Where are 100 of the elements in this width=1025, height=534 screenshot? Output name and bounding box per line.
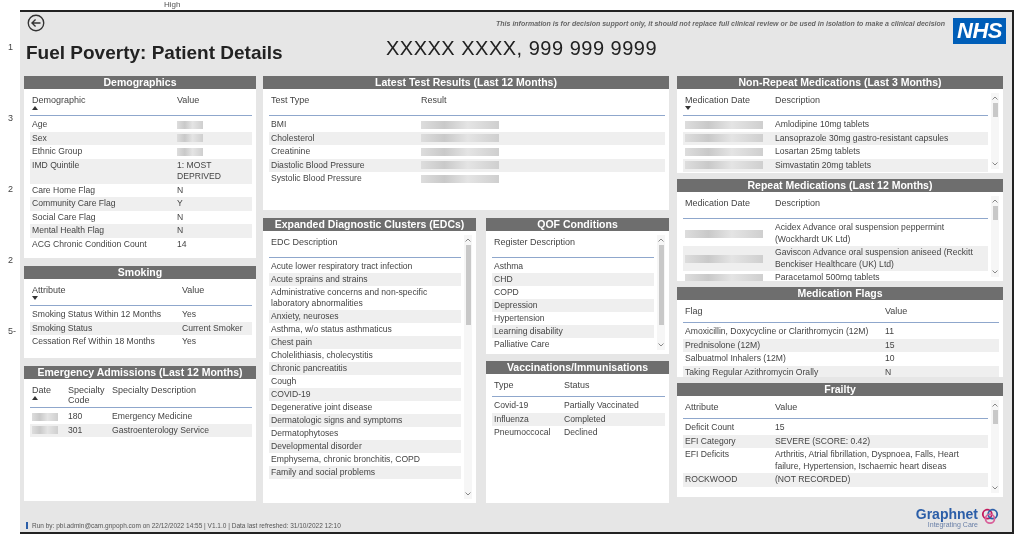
table-cell-text: Taking Regular Azithromycin Orally — [685, 366, 820, 377]
row-number: 5- — [7, 326, 17, 338]
chevron-up-icon[interactable] — [465, 238, 471, 242]
table-cell-text: Family and social problems — [271, 467, 377, 478]
panel-title: Repeat Medications (Last 12 Months) — [677, 179, 1003, 192]
column-header[interactable]: Value — [182, 285, 250, 303]
table-cell-text: Creatinine — [271, 146, 312, 158]
column-header[interactable]: Test Type — [271, 95, 421, 113]
table-cell-text: Influenza — [494, 413, 530, 425]
table-cell-text: Emphysema, chronic bronchitis, COPD — [271, 454, 421, 465]
panel-title: Latest Test Results (Last 12 Months) — [263, 76, 669, 89]
table-cell-text: BMI — [271, 119, 288, 131]
row-number: 2 — [7, 255, 14, 267]
table-cell-text: Smoking Status Within 12 Months — [32, 309, 162, 321]
table-cell-text: Amlodipine 10mg tablets — [775, 119, 871, 131]
table-cell-text: Prednisolone (12M) — [685, 339, 761, 351]
column-header[interactable]: Medication Date — [685, 95, 775, 113]
table-cell-text: (NOT RECORDED) — [775, 474, 852, 486]
scrollbar[interactable] — [991, 93, 999, 169]
scroll-thumb[interactable] — [992, 103, 998, 117]
table-cell-text: Ethnic Group — [32, 146, 84, 158]
table-cell-text: IMD Quintile — [32, 159, 81, 172]
chevron-down-icon[interactable] — [992, 270, 998, 274]
table-cell-text: Asthma, w/o status asthmaticus — [271, 324, 393, 335]
table-cell-text: Acute lower respiratory tract infection — [271, 261, 414, 272]
table-cell-text: Asthma — [494, 261, 525, 272]
table-cell-text: Acute sprains and strains — [271, 274, 369, 285]
table-cell-text: Covid-19 — [494, 400, 530, 412]
table-cell-text: Dermatologic signs and symptoms — [271, 415, 404, 426]
scrollbar[interactable] — [657, 235, 665, 350]
table-cell-text: Losartan 25mg tablets — [775, 146, 862, 158]
table-cell-text: 15 — [885, 339, 896, 351]
chevron-up-icon[interactable] — [992, 403, 998, 407]
scrollbar[interactable] — [991, 400, 999, 493]
chevron-down-icon[interactable] — [992, 162, 998, 166]
table-cell-text: 180 — [68, 411, 84, 423]
table-cell-text: Administrative concerns and non-specific laboratory abnormalities — [271, 287, 429, 309]
table-cell-text: SEVERE (SCORE: 0.42) — [775, 435, 872, 447]
chevron-up-icon[interactable] — [992, 96, 998, 100]
table-cell-text: Chest pain — [271, 337, 314, 348]
table-cell-text: COVID-19 — [271, 389, 312, 400]
chevron-up-icon[interactable] — [992, 199, 998, 203]
scroll-thumb[interactable] — [992, 410, 998, 424]
table-cell-text: CHD — [494, 274, 514, 285]
column-header[interactable]: Date — [32, 385, 68, 405]
table-cell-text: Declined — [564, 427, 599, 439]
row-number: 2 — [7, 184, 14, 196]
table-cell-text: Paracetamol 500mg tablets — [775, 272, 881, 281]
column-header[interactable]: Type — [494, 380, 564, 394]
row-number: 3 — [7, 113, 14, 125]
panel-title: Emergency Admissions (Last 12 Months) — [24, 366, 256, 379]
scroll-thumb[interactable] — [992, 206, 998, 220]
chevron-down-icon[interactable] — [992, 486, 998, 490]
table-cell-text: ACG Chronic Condition Count — [32, 238, 148, 250]
column-header[interactable]: Status — [564, 380, 663, 394]
patient-identifier: XXXXX XXXX, 999 999 9999 — [386, 37, 659, 60]
table-cell-text: ROCKWOOD — [685, 474, 739, 486]
column-header[interactable]: Register Description — [494, 237, 652, 255]
row-number: 1 — [7, 42, 14, 54]
table-cell-text: 11 — [885, 326, 895, 338]
table-cell-text: Care Home Flag — [32, 184, 97, 196]
chevron-down-icon[interactable] — [465, 492, 471, 496]
column-header[interactable]: Description — [775, 198, 986, 216]
chevron-up-icon[interactable] — [658, 238, 664, 242]
column-header[interactable]: Attribute — [32, 285, 182, 303]
column-header[interactable]: Medication Date — [685, 198, 775, 216]
chevron-down-icon[interactable] — [658, 343, 664, 347]
column-header[interactable]: Specialty Description — [112, 385, 250, 405]
table-cell-text: 14 — [177, 238, 188, 250]
table-cell-text: Acidex Advance oral suspension peppermint (Wockhardt UK Ltd) — [775, 222, 946, 245]
column-header[interactable]: Description — [775, 95, 986, 113]
scroll-thumb[interactable] — [658, 245, 664, 325]
scrollbar[interactable] — [991, 196, 999, 277]
column-header[interactable]: Flag — [685, 306, 885, 320]
scrollbar[interactable] — [464, 235, 472, 499]
table-cell-text: Diastolic Blood Pressure — [271, 159, 366, 171]
table-cell-text: N — [177, 211, 185, 223]
table-cell-text: Dermatophytoses — [271, 428, 340, 439]
column-header[interactable]: EDC Description — [271, 237, 459, 255]
table-cell-text: Deficit Count — [685, 422, 736, 434]
table-cell-text: 1: MOST DEPRIVED — [177, 159, 222, 183]
column-header[interactable]: Result — [421, 95, 663, 113]
table-cell-text: EFI Deficits — [685, 449, 730, 461]
table-cell-text: Developmental disorder — [271, 441, 363, 452]
column-header[interactable]: Demographic — [32, 95, 177, 113]
back-icon[interactable] — [27, 14, 45, 32]
brand-name: Graphnet — [915, 507, 978, 521]
table-cell-text: Y — [177, 198, 184, 210]
table-cell-text: N — [177, 184, 185, 196]
label-fragment: High — [164, 0, 181, 10]
column-header[interactable]: Value — [177, 95, 250, 113]
column-header[interactable]: Attribute — [685, 402, 775, 416]
column-header[interactable]: Value — [885, 306, 997, 320]
column-header[interactable]: Specialty Code — [68, 385, 112, 405]
panel-title: Vaccinations/Immunisations — [486, 361, 669, 374]
table-cell-text: Chronic pancreatitis — [271, 363, 348, 374]
scroll-thumb[interactable] — [465, 245, 471, 325]
table-cell-text: Lansoprazole 30mg gastro-resistant capsules — [775, 132, 950, 144]
table-cell-text: Palliative Care — [494, 339, 551, 350]
column-header[interactable]: Value — [775, 402, 986, 416]
